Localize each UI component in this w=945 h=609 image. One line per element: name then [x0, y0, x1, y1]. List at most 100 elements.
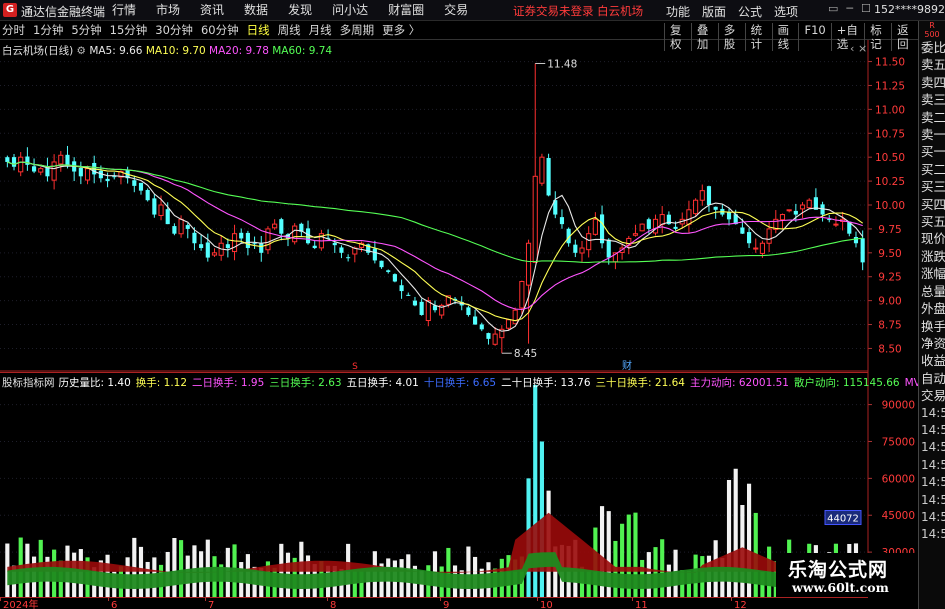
- menu-formula[interactable]: 公式: [738, 3, 762, 20]
- quote-field-label: 卖四: [921, 74, 945, 90]
- quote-field-label: 买四: [921, 196, 945, 212]
- ma60-label: MA60: 9.74: [272, 45, 333, 57]
- y-tick-label: 10.50: [875, 152, 905, 164]
- watermark-url: www.60lt.com: [792, 580, 889, 595]
- candle-body: [58, 154, 64, 165]
- quote-field-label: 涨跌: [921, 248, 945, 264]
- candle-body: [178, 218, 184, 235]
- tick-time: 14:56: [921, 440, 945, 455]
- indicator-legend-item: 五日换手: 4.01: [346, 377, 419, 389]
- menu-data[interactable]: 数据: [244, 2, 268, 18]
- candlestick-chart[interactable]: 11.50 11.25 11.00 10.75 10.50 10.25 10.00 9.75 9…: [0, 40, 918, 372]
- date-axis: 2024年 6 7 8 9 10 11 12: [0, 597, 868, 609]
- candle-body: [606, 239, 611, 258]
- y-tick-label: 8.50: [878, 343, 901, 355]
- menu-options[interactable]: 选项: [774, 3, 798, 20]
- menu-wealth[interactable]: 财富圈: [388, 2, 424, 18]
- candle-body: [505, 319, 512, 329]
- x-tick-label: 7: [208, 600, 214, 609]
- candle-body: [492, 333, 498, 345]
- menu-layout[interactable]: 版面: [702, 3, 726, 20]
- volume-bar: [466, 546, 471, 597]
- menu-quotes[interactable]: 行情: [112, 2, 136, 18]
- period-tab[interactable]: 5分钟: [71, 23, 101, 37]
- candle-body: [713, 206, 718, 210]
- candle-body: [532, 175, 538, 263]
- quote-field-label: 买五: [921, 214, 945, 230]
- window-controls: ▭─☐: [828, 2, 879, 15]
- candle-body: [860, 238, 865, 263]
- stock-label: 白云机场(日线): [2, 45, 74, 57]
- x-tick-label: 2024年: [3, 598, 38, 609]
- menu-function[interactable]: 功能: [666, 3, 690, 20]
- minimize-icon[interactable]: ▭: [828, 2, 846, 15]
- ma5-label: MA5: 9.66: [89, 45, 143, 57]
- period-tabs: 分时 1分钟 5分钟 15分钟 30分钟 60分钟 日线 周线 月线 多周期 更多 〉: [2, 23, 428, 37]
- indicator-name: 股标指标网: [2, 377, 55, 389]
- candle-body: [586, 233, 592, 251]
- candle-body: [646, 219, 651, 229]
- candle-body: [539, 156, 545, 184]
- high-price-label: 11.48: [547, 58, 577, 70]
- candle-body: [239, 232, 244, 239]
- tick-time: 14:56: [921, 405, 945, 420]
- period-tab[interactable]: 月线: [309, 23, 332, 37]
- period-tab[interactable]: 日线: [247, 23, 270, 37]
- restore-icon[interactable]: ─: [846, 2, 861, 15]
- quote-field-label: 买三: [921, 179, 945, 195]
- x-tick-label: 8: [330, 600, 336, 609]
- settings-icon[interactable]: ⚙: [77, 45, 90, 57]
- indicator-legend-item: 换手: 1.12: [135, 377, 188, 389]
- tick-time: 14:56: [921, 527, 945, 542]
- tick-time: 14:56: [921, 457, 945, 472]
- auto-label[interactable]: 自动: [919, 370, 945, 387]
- x-tick-label: 11: [635, 600, 648, 609]
- indicator-legend-item: 二日换手: 1.95: [192, 377, 265, 389]
- indicator-legend-item: 十日换手: 6.65: [423, 377, 497, 389]
- candle-body: [699, 190, 705, 201]
- quote-field-label: 卖五: [921, 57, 945, 73]
- quote-field-label: 买二: [921, 161, 945, 177]
- menu-market[interactable]: 市场: [156, 2, 180, 18]
- candle-body: [779, 214, 786, 221]
- period-tab[interactable]: 多周期: [340, 23, 375, 37]
- period-tab[interactable]: 周线: [278, 23, 301, 37]
- candle-body: [272, 223, 278, 229]
- period-tab[interactable]: 更多 〉: [382, 23, 420, 37]
- quote-field-label: 净资: [921, 335, 945, 351]
- period-tab[interactable]: 60分钟: [201, 23, 239, 37]
- x-tick-label: 12: [734, 600, 747, 609]
- period-tab[interactable]: 15分钟: [110, 23, 148, 37]
- candle-body: [473, 316, 478, 325]
- period-tab[interactable]: 分时: [2, 23, 25, 37]
- user-account[interactable]: 152****9892: [874, 3, 945, 16]
- y-tick-label: 9.75: [878, 224, 901, 236]
- indicator-legend-item: 二十日换手: 13.76: [501, 377, 591, 389]
- menu-discover[interactable]: 发现: [288, 2, 312, 18]
- trade-label[interactable]: 交易: [919, 387, 945, 404]
- app-logo-icon: G: [3, 3, 17, 17]
- menu-news[interactable]: 资讯: [200, 2, 224, 18]
- candle-body: [853, 237, 859, 244]
- quote-field-label: 涨幅: [921, 266, 945, 282]
- candle-body: [78, 167, 83, 177]
- y-tick-label: 8.75: [878, 320, 901, 332]
- indicator-legend-item: 三十日换手: 21.64: [595, 377, 685, 389]
- candle-body: [292, 225, 298, 243]
- candle-body: [379, 260, 384, 268]
- login-notice[interactable]: 证券交易未登录 白云机场: [513, 3, 643, 19]
- candle-body: [346, 257, 351, 259]
- y-tick-label: 9.00: [878, 296, 901, 308]
- candle-body: [18, 156, 24, 173]
- low-price-label: 8.45: [514, 348, 537, 360]
- menu-ask[interactable]: 问小达: [332, 2, 368, 18]
- y-tick-label: 9.50: [878, 248, 901, 260]
- period-tab[interactable]: 30分钟: [155, 23, 193, 37]
- period-tab[interactable]: 1分钟: [33, 23, 63, 37]
- quote-field-label: 卖一: [921, 127, 945, 143]
- candle-body: [199, 244, 204, 249]
- candle-body: [339, 247, 344, 253]
- candle-body: [659, 214, 665, 225]
- menu-trade[interactable]: 交易: [444, 2, 468, 18]
- panel-corner-badge: R 500: [924, 21, 940, 39]
